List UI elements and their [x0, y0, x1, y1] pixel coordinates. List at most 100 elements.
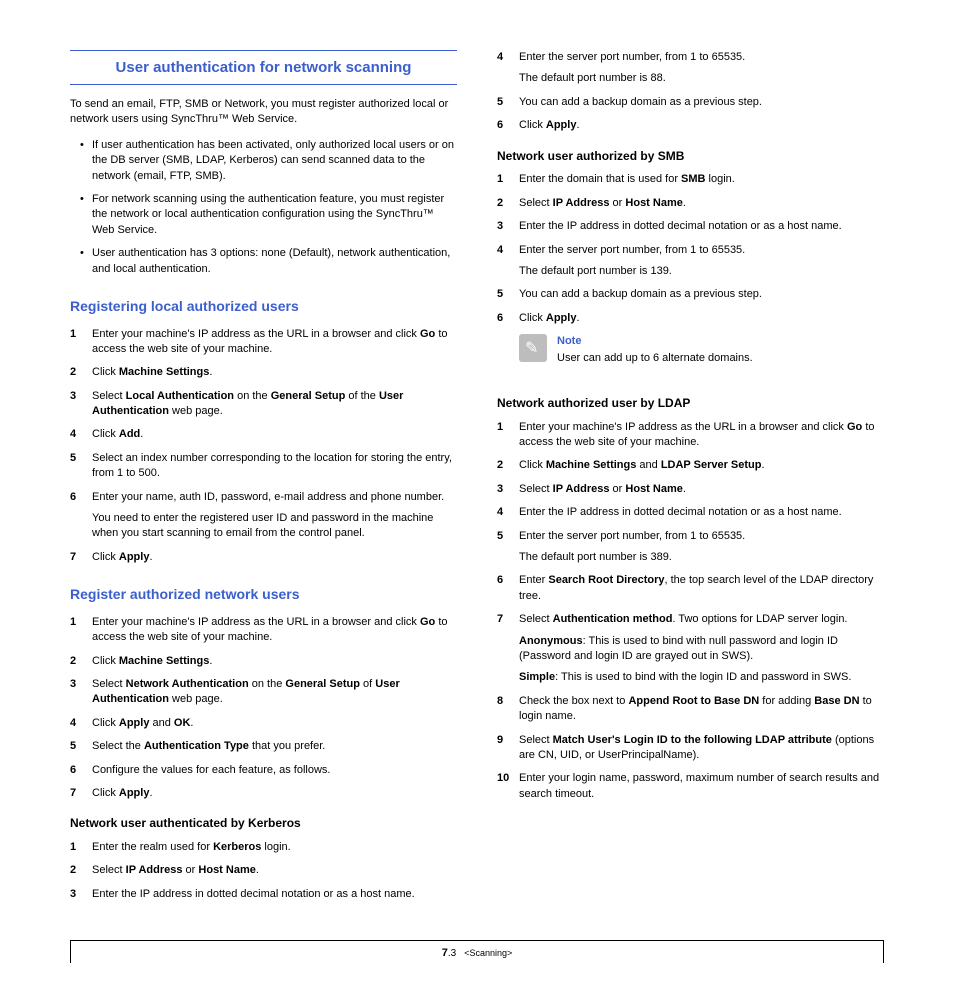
step-text: Select Authentication method. Two option…: [519, 612, 884, 627]
step-text: Select Network Authentication on the Gen…: [92, 677, 457, 708]
page-number: 7.3: [442, 946, 456, 961]
step-text: Simple: This is used to bind with the lo…: [519, 670, 884, 685]
step-text: Enter your name, auth ID, password, e-ma…: [92, 490, 457, 505]
step-item: 3Select Network Authentication on the Ge…: [70, 677, 457, 708]
step-number: 2: [70, 654, 92, 669]
step-item: 4Enter the server port number, from 1 to…: [497, 243, 884, 280]
step-item: 3Enter the IP address in dotted decimal …: [497, 219, 884, 234]
step-number: 6: [70, 490, 92, 542]
step-text: Select IP Address or Host Name.: [92, 863, 457, 878]
step-number: 3: [497, 219, 519, 234]
step-text: The default port number is 139.: [519, 264, 884, 279]
section-label: <Scanning>: [464, 947, 512, 960]
step-number: 6: [497, 573, 519, 604]
intro-bullets: If user authentication has been activate…: [70, 138, 457, 277]
step-number: 4: [497, 243, 519, 280]
step-text: Click Machine Settings and LDAP Server S…: [519, 458, 884, 473]
step-number: 5: [70, 739, 92, 754]
step-number: 5: [70, 451, 92, 482]
step-text: Enter the realm used for Kerberos login.: [92, 840, 457, 855]
step-body: Enter your login name, password, maximum…: [519, 771, 884, 802]
step-item: 8Check the box next to Append Root to Ba…: [497, 694, 884, 725]
step-text: Click Apply and OK.: [92, 716, 457, 731]
step-number: 4: [70, 427, 92, 442]
step-text: Enter the server port number, from 1 to …: [519, 243, 884, 258]
page-title: User authentication for network scanning: [70, 50, 457, 85]
step-body: Enter the realm used for Kerberos login.: [92, 840, 457, 855]
step-text: Select Local Authentication on the Gener…: [92, 389, 457, 420]
step-text: The default port number is 88.: [519, 71, 884, 86]
step-text: Click Apply.: [92, 786, 457, 801]
right-column: 4Enter the server port number, from 1 to…: [497, 50, 884, 910]
step-number: 6: [70, 763, 92, 778]
step-text: Select IP Address or Host Name.: [519, 482, 884, 497]
step-text: Enter Search Root Directory, the top sea…: [519, 573, 884, 604]
step-item: 4Enter the IP address in dotted decimal …: [497, 505, 884, 520]
step-number: 5: [497, 287, 519, 302]
step-item: 2Select IP Address or Host Name.: [497, 196, 884, 211]
step-number: 9: [497, 733, 519, 764]
left-column: User authentication for network scanning…: [70, 50, 457, 910]
step-body: Enter your name, auth ID, password, e-ma…: [92, 490, 457, 542]
bullet-item: For network scanning using the authentic…: [80, 192, 457, 238]
step-item: 4Click Apply and OK.: [70, 716, 457, 731]
step-number: 5: [497, 529, 519, 566]
step-number: 3: [70, 887, 92, 902]
steps-ldap: 1Enter your machine's IP address as the …: [497, 420, 884, 802]
step-body: Enter the IP address in dotted decimal n…: [519, 505, 884, 520]
step-body: Click Apply.: [92, 550, 457, 565]
step-text: The default port number is 389.: [519, 550, 884, 565]
step-number: 2: [497, 458, 519, 473]
step-text: Enter the IP address in dotted decimal n…: [519, 505, 884, 520]
step-number: 5: [497, 95, 519, 110]
step-body: Click Add.: [92, 427, 457, 442]
heading-smb: Network user authorized by SMB: [497, 148, 884, 165]
step-item: 5You can add a backup domain as a previo…: [497, 287, 884, 302]
step-number: 6: [497, 118, 519, 133]
step-number: 3: [497, 482, 519, 497]
step-item: 3Select IP Address or Host Name.: [497, 482, 884, 497]
step-item: 1Enter your machine's IP address as the …: [70, 327, 457, 358]
step-number: 1: [497, 420, 519, 451]
step-body: Click Apply and OK.: [92, 716, 457, 731]
heading-network: Register authorized network users: [70, 585, 457, 605]
step-body: Select the Authentication Type that you …: [92, 739, 457, 754]
step-text: You can add a backup domain as a previou…: [519, 287, 884, 302]
heading-ldap: Network authorized user by LDAP: [497, 395, 884, 412]
step-body: Enter the server port number, from 1 to …: [519, 243, 884, 280]
step-item: 4Enter the server port number, from 1 to…: [497, 50, 884, 87]
step-body: Enter the server port number, from 1 to …: [519, 529, 884, 566]
step-item: 1Enter your machine's IP address as the …: [497, 420, 884, 451]
step-body: Click Machine Settings and LDAP Server S…: [519, 458, 884, 473]
step-item: 5Select the Authentication Type that you…: [70, 739, 457, 754]
intro-text: To send an email, FTP, SMB or Network, y…: [70, 97, 457, 128]
step-body: Enter the domain that is used for SMB lo…: [519, 172, 884, 187]
step-item: 3Enter the IP address in dotted decimal …: [70, 887, 457, 902]
note-icon: [519, 334, 547, 362]
step-body: Click Apply.: [519, 311, 884, 326]
step-item: 6Configure the values for each feature, …: [70, 763, 457, 778]
step-body: Select Match User's Login ID to the foll…: [519, 733, 884, 764]
step-item: 1Enter the realm used for Kerberos login…: [70, 840, 457, 855]
step-number: 7: [70, 550, 92, 565]
step-item: 5Select an index number corresponding to…: [70, 451, 457, 482]
step-number: 4: [497, 505, 519, 520]
step-item: 6Click Apply.: [497, 118, 884, 133]
step-text: Select an index number corresponding to …: [92, 451, 457, 482]
step-number: 3: [70, 389, 92, 420]
step-body: Select Local Authentication on the Gener…: [92, 389, 457, 420]
step-number: 4: [497, 50, 519, 87]
step-body: Configure the values for each feature, a…: [92, 763, 457, 778]
step-number: 1: [70, 615, 92, 646]
bullet-item: If user authentication has been activate…: [80, 138, 457, 184]
step-text: Click Machine Settings.: [92, 654, 457, 669]
step-body: Enter Search Root Directory, the top sea…: [519, 573, 884, 604]
step-body: Click Machine Settings.: [92, 365, 457, 380]
step-text: Enter your login name, password, maximum…: [519, 771, 884, 802]
step-number: 7: [497, 612, 519, 686]
steps-kerberos-a: 1Enter the realm used for Kerberos login…: [70, 840, 457, 902]
step-body: Select Network Authentication on the Gen…: [92, 677, 457, 708]
step-text: Click Add.: [92, 427, 457, 442]
note-title: Note: [557, 334, 753, 349]
step-body: You can add a backup domain as a previou…: [519, 95, 884, 110]
